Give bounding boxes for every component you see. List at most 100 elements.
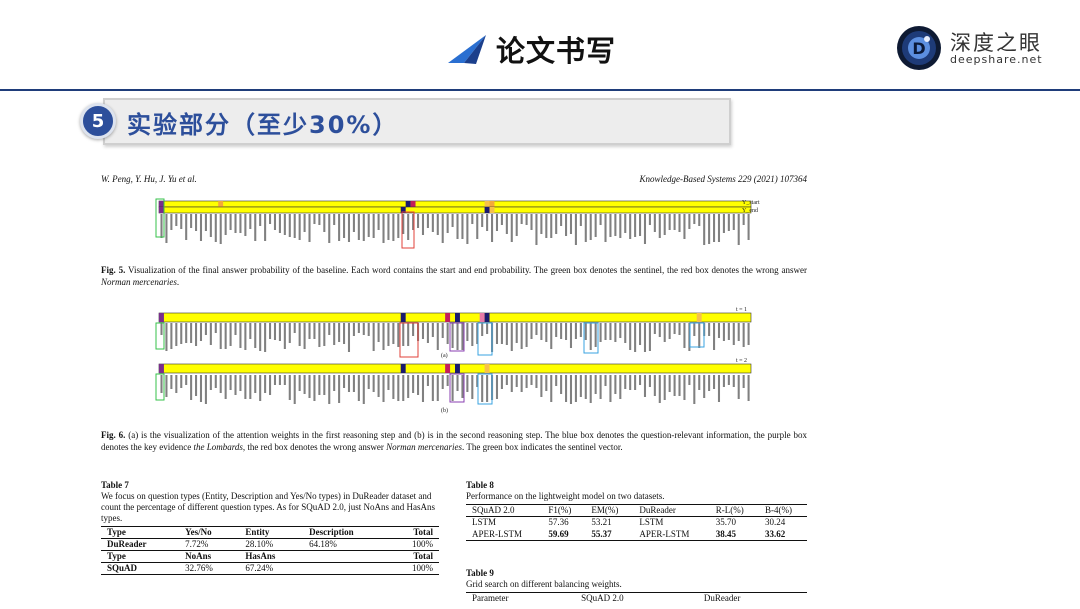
fig6b-word-label — [693, 375, 696, 404]
fig6b-word-label — [313, 375, 316, 401]
fig6b-word-label — [377, 375, 380, 397]
fig6b-word-label — [737, 375, 740, 399]
table7-label: Table 7 — [101, 480, 129, 490]
fig6a-word-label — [259, 323, 262, 351]
fig6a-word-label — [648, 323, 651, 351]
fig6a-word-label — [362, 323, 365, 335]
fig6a-word-label — [323, 323, 326, 346]
table-cell: 53.21 — [591, 517, 612, 528]
fig5-word-label — [555, 214, 558, 234]
fig5-word-label — [688, 214, 691, 229]
fig6b-word-label — [481, 375, 484, 402]
fig5-word-label — [283, 214, 286, 235]
fig5-word-label — [209, 214, 212, 237]
fig6-caption: Fig. 6. (a) is the visualization of the … — [101, 429, 807, 453]
fig5-word-label — [214, 214, 217, 242]
fig5-word-label — [333, 214, 336, 225]
fig5-word-label — [500, 214, 503, 225]
table-cell: SQuAD 2.0 — [466, 504, 543, 517]
fig6a-word-label — [318, 323, 321, 347]
fig5-word-label — [589, 214, 592, 240]
fig6b-word-label — [234, 375, 237, 395]
fig5-word-label — [525, 214, 528, 225]
fig6b-word-label — [185, 375, 188, 385]
fig6b-word-label — [579, 375, 582, 397]
fig6a-word-label — [708, 323, 711, 336]
fig5-start-strip — [158, 200, 752, 208]
fig6a-word-label — [264, 323, 267, 352]
fig5-word-label — [466, 214, 469, 244]
fig6a-word-label — [372, 323, 375, 351]
heat-cell — [218, 201, 224, 207]
fig6b-word-label — [318, 375, 321, 395]
fig5-word-label — [727, 214, 730, 231]
table-cell: 30.24 — [764, 517, 786, 528]
fig6b-word-label — [372, 375, 375, 392]
fig6a-word-label — [204, 323, 207, 335]
fig5-word-label — [658, 214, 661, 238]
table8-grid: SQuAD 2.0 F1(%) EM(%) DuReader R-L(%) B-… — [466, 504, 807, 541]
fig5-word-label — [244, 214, 247, 236]
fig6b-word-label — [160, 375, 163, 393]
table-8: Table 8 Performance on the lightweight m… — [466, 480, 807, 541]
fig6a-word-label — [269, 323, 272, 339]
fig6a-word-label — [436, 323, 439, 350]
fig6b-word-label — [599, 375, 602, 399]
fig5-word-label — [717, 214, 721, 242]
fig6-label: Fig. 6. — [101, 430, 126, 440]
fig6b-word-label — [431, 375, 434, 401]
fig6b-word-label — [456, 375, 459, 391]
fig5-word-label — [614, 214, 617, 236]
fig6a-sentinel-box — [155, 322, 165, 350]
fig5-word-label — [234, 214, 237, 233]
table8-label: Table 8 — [466, 480, 494, 490]
fig6b-word-label — [727, 375, 730, 385]
fig6a-word-label — [673, 323, 676, 334]
fig5-word-label — [269, 214, 272, 224]
fig5-word-label — [609, 214, 612, 237]
fig6b-word-label — [648, 375, 651, 387]
fig6b-word-label — [535, 375, 538, 388]
fig6b-word-label — [412, 375, 415, 393]
fig5-word-label — [199, 214, 203, 241]
fig6a-word-label — [574, 323, 577, 339]
fig6b-word-label — [525, 375, 528, 388]
fig6a-word-label — [530, 323, 533, 339]
table-cell: 67.24% — [239, 562, 304, 575]
fig6a-word-label — [693, 323, 696, 336]
fig6b-word-label — [634, 375, 637, 390]
fig6a-word-label — [698, 323, 701, 348]
fig6b-word-label — [283, 375, 286, 385]
fig5-word-label — [703, 214, 706, 245]
fig5-word-label — [678, 214, 681, 232]
fig6b-word-label — [278, 375, 281, 385]
fig5-word-label — [278, 214, 281, 233]
fig6b-word-label — [569, 375, 573, 404]
fig6-step-label-b: t = 2 — [736, 358, 747, 364]
fig6a-word-label — [569, 323, 573, 348]
fig5-word-label — [574, 214, 577, 245]
fig5-word-label — [737, 214, 740, 245]
fig6a-word-label — [505, 323, 508, 345]
fig6a-word-label — [190, 323, 193, 343]
fig6a-word-label — [431, 323, 434, 337]
fig5-caption: Fig. 5. Visualization of the final answe… — [101, 264, 807, 288]
table-cell: 32.76% — [179, 562, 240, 575]
table-cell: F1(%) — [542, 504, 586, 517]
table-cell: R-L(%) — [709, 504, 759, 517]
fig5-word-label — [195, 214, 198, 231]
fig6b-word-label — [204, 375, 207, 404]
table-9: Table 9 Grid search on different balanci… — [466, 568, 807, 605]
fig6a-word-label — [352, 323, 355, 336]
fig5-end-strip — [158, 206, 752, 214]
fig5-word-label — [663, 214, 666, 235]
fig6a-word-label — [732, 323, 735, 345]
fig6a-word-label — [313, 323, 316, 339]
table-cell: 55.37 — [585, 528, 634, 541]
table9-description: Grid search on different balancing weigh… — [466, 579, 622, 589]
fig5-word-label — [569, 214, 573, 234]
heat-cell — [696, 313, 702, 322]
fig6b-word-label — [308, 375, 311, 398]
table-row: Type Yes/No Entity Description Total — [101, 526, 439, 539]
fig6a-word-label — [486, 323, 489, 334]
